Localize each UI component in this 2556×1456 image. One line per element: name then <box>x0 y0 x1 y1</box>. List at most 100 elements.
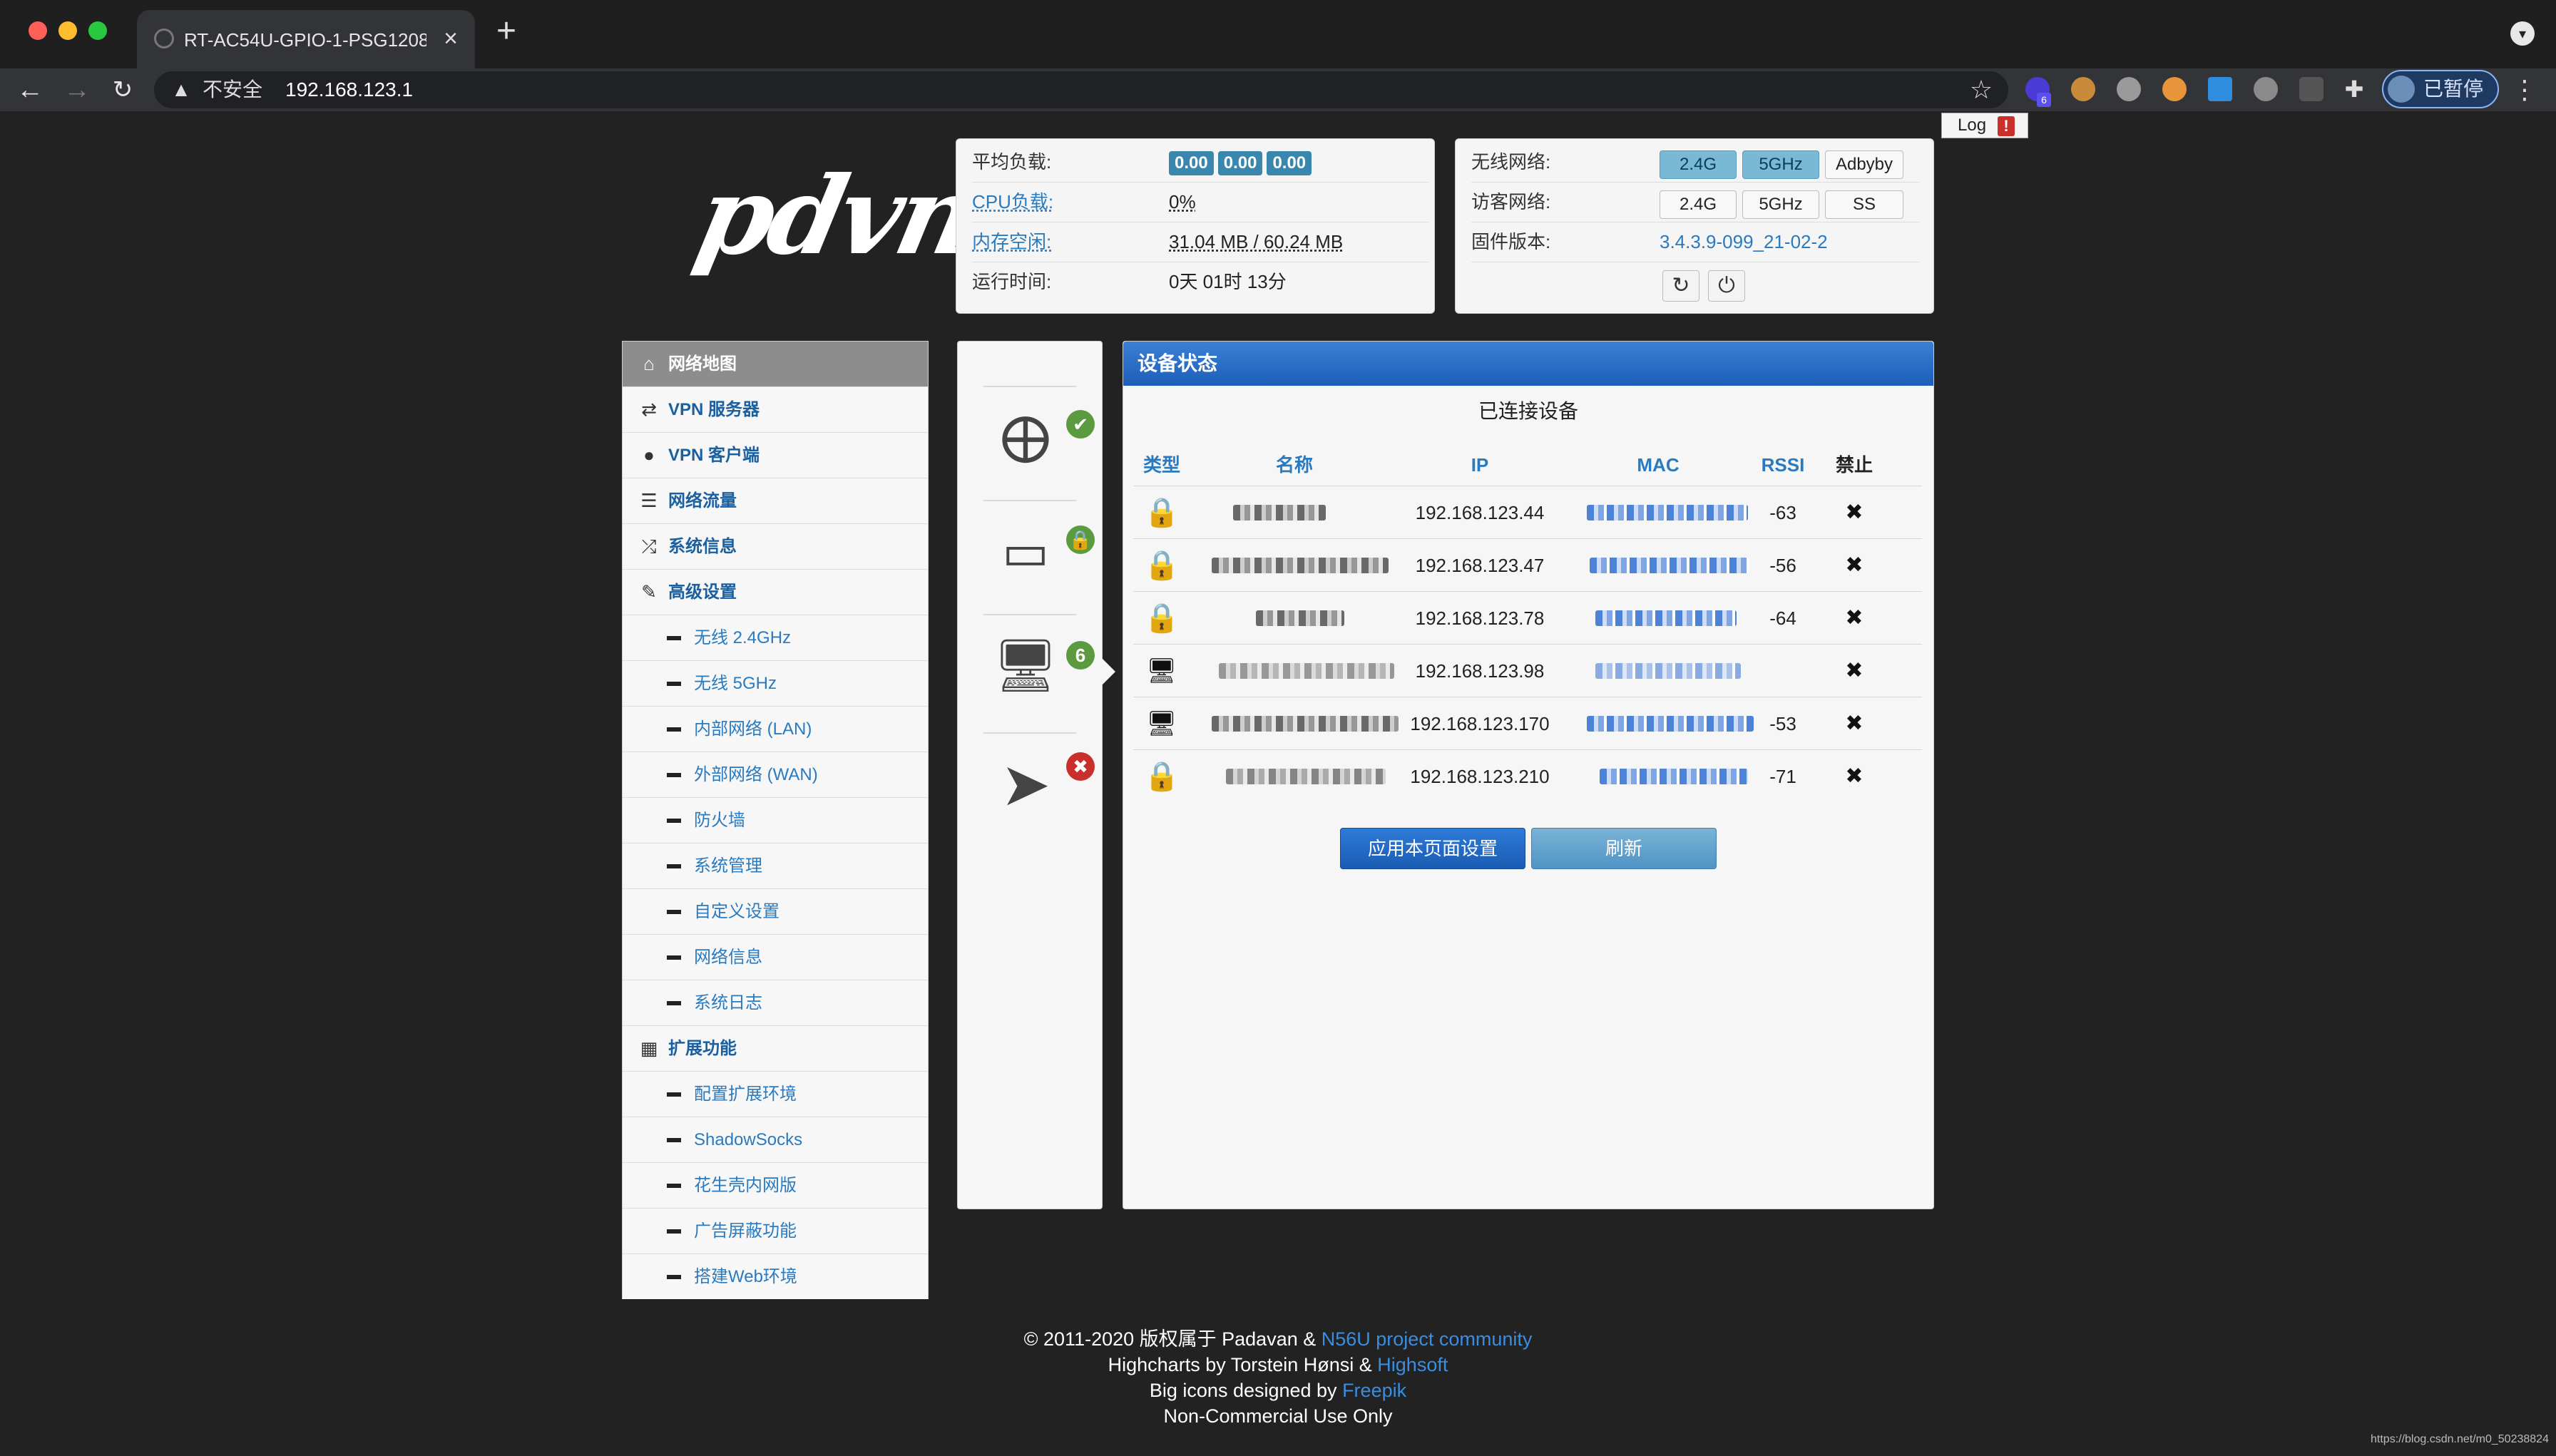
sidebar-item-label: VPN 服务器 <box>668 400 760 419</box>
sidebar-subitem-oray[interactable]: 花生壳内网版 <box>623 1163 928 1209</box>
apply-settings-button[interactable]: 应用本页面设置 <box>1340 828 1525 869</box>
paper-plane-icon[interactable]: ➤ <box>986 745 1065 824</box>
new-tab-button[interactable]: + <box>489 14 523 50</box>
reload-icon[interactable]: ↻ <box>104 71 141 108</box>
guest-5g-button[interactable]: 5GHz <box>1742 190 1819 219</box>
sidebar-subitem-admin[interactable]: 系统管理 <box>623 844 928 889</box>
puzzle-icon[interactable]: ✚ <box>2342 77 2366 101</box>
sidebar-subitem-wan[interactable]: 外部网络 (WAN) <box>623 752 928 798</box>
col-rssi-header[interactable]: RSSI <box>1751 447 1815 483</box>
power-icon[interactable]: ⏻ <box>1708 270 1745 302</box>
ban-button[interactable]: ✖ <box>1815 697 1893 750</box>
close-icon[interactable]: × <box>436 24 465 53</box>
selected-pointer <box>1100 656 1115 687</box>
ban-button[interactable]: ✖ <box>1815 592 1893 645</box>
sidebar-subitem-label: 系统管理 <box>694 856 762 876</box>
browser-tab[interactable]: RT-AC54U-GPIO-1-PSG1208- × <box>137 10 475 68</box>
profile-button[interactable]: 已暂停 <box>2382 70 2499 108</box>
url-text[interactable]: 192.168.123.1 <box>285 71 413 108</box>
wrench-icon: ✎ <box>641 581 657 603</box>
internet-globe-icon[interactable]: 🜨 <box>986 401 1065 480</box>
sidebar-subitem-lan[interactable]: 内部网络 (LAN) <box>623 707 928 752</box>
sidebar-item-network-map[interactable]: ⌂ 网络地图 <box>623 342 928 387</box>
cookie-extension-icon[interactable] <box>2071 77 2095 101</box>
n56u-community-link[interactable]: N56U project community <box>1322 1328 1533 1350</box>
log-button[interactable]: Log ! <box>1941 113 2028 138</box>
col-type-header[interactable]: 类型 <box>1133 447 1190 483</box>
address-bar[interactable]: ▲ 不安全 192.168.123.1 ☆ <box>154 71 2008 108</box>
sidebar-subitem-shadowsocks[interactable]: ShadowSocks <box>623 1117 928 1163</box>
sidebar-subitem-adblock[interactable]: 广告屏蔽功能 <box>623 1209 928 1254</box>
browser-tab-bar: RT-AC54U-GPIO-1-PSG1208- × + ▾ <box>0 0 2556 68</box>
close-window-button[interactable] <box>29 21 47 40</box>
col-ip-header[interactable]: IP <box>1394 447 1565 483</box>
cpu-row: CPU负载: 0% <box>972 182 1428 222</box>
sidebar-item-extensions[interactable]: ▦ 扩展功能 <box>623 1026 928 1072</box>
divider <box>983 386 1076 387</box>
drop-extension-icon[interactable] <box>2208 77 2232 101</box>
ip-cell: 192.168.123.98 <box>1415 660 1545 682</box>
grid-icon: ▦ <box>640 1037 658 1059</box>
tasks-icon: ☰ <box>640 490 658 511</box>
insecure-label[interactable]: 不安全 <box>203 71 262 108</box>
ban-button[interactable]: ✖ <box>1815 750 1893 803</box>
memory-link[interactable]: 内存空闲: <box>972 222 1051 262</box>
clients-monitor-icon[interactable]: 🖥 <box>986 627 1065 705</box>
rssi-cell: -53 <box>1769 713 1796 734</box>
dash-icon <box>667 1229 681 1234</box>
adbyby-button[interactable]: Adbyby <box>1825 150 1903 179</box>
sidebar-item-traffic[interactable]: ☰ 网络流量 <box>623 478 928 524</box>
extension-icon[interactable] <box>2117 77 2141 101</box>
sidebar-subitem-label: 广告屏蔽功能 <box>694 1221 797 1241</box>
sidebar-item-system-info[interactable]: ⤮ 系统信息 <box>623 524 928 570</box>
sidebar-subitem-wireless-24[interactable]: 无线 2.4GHz <box>623 615 928 661</box>
maximize-window-button[interactable] <box>88 21 107 40</box>
wifi-2g-button[interactable]: 2.4G <box>1660 150 1737 179</box>
highsoft-link[interactable]: Highsoft <box>1377 1354 1448 1375</box>
firmware-label: 固件版本: <box>1471 231 1551 252</box>
guest-2g-button[interactable]: 2.4G <box>1660 190 1737 219</box>
device-name-redacted <box>1256 610 1344 626</box>
sidebar-subitem-network-info[interactable]: 网络信息 <box>623 935 928 980</box>
reboot-icon[interactable]: ↻ <box>1662 270 1699 302</box>
sidebar-subitem-ext-env[interactable]: 配置扩展环境 <box>623 1072 928 1117</box>
ban-button[interactable]: ✖ <box>1815 486 1893 539</box>
minimize-window-button[interactable] <box>58 21 77 40</box>
extension-icon[interactable] <box>2162 77 2187 101</box>
sidebar-item-vpn-client[interactable]: ● VPN 客户端 <box>623 433 928 478</box>
sidebar-subitem-label: 搭建Web环境 <box>694 1267 797 1286</box>
sidebar-subitem-wireless-5[interactable]: 无线 5GHz <box>623 661 928 707</box>
ip-cell: 192.168.123.210 <box>1410 766 1550 787</box>
col-mac-header[interactable]: MAC <box>1565 447 1751 483</box>
menu-icon[interactable]: ⋮ <box>2510 73 2539 107</box>
ban-button[interactable]: ✖ <box>1815 645 1893 697</box>
wifi-5g-button[interactable]: 5GHz <box>1742 150 1819 179</box>
bookmark-star-icon[interactable]: ☆ <box>1965 74 1997 106</box>
globe-icon <box>154 29 174 48</box>
fail-badge: ✖ <box>1066 752 1095 781</box>
wireless-device-icon[interactable]: ▭ <box>986 513 1065 591</box>
ban-button[interactable]: ✖ <box>1815 539 1893 592</box>
sidebar-subitem-label: 无线 2.4GHz <box>694 628 792 647</box>
cpu-link[interactable]: CPU负载: <box>972 182 1053 222</box>
rssi-cell: -64 <box>1769 607 1796 629</box>
freepik-link[interactable]: Freepik <box>1342 1380 1406 1401</box>
extension-icon[interactable] <box>2254 77 2278 101</box>
extension-icon[interactable] <box>2299 77 2324 101</box>
col-name-header[interactable]: 名称 <box>1195 447 1394 483</box>
refresh-button[interactable]: 刷新 <box>1531 828 1717 869</box>
tab-search-icon[interactable]: ▾ <box>2510 21 2535 46</box>
sidebar-subitem-web-env[interactable]: 搭建Web环境 <box>623 1254 928 1299</box>
forward-icon[interactable]: → <box>58 71 96 108</box>
sidebar-item-vpn-server[interactable]: ⇄ VPN 服务器 <box>623 387 928 433</box>
dash-icon <box>667 910 681 914</box>
ss-button[interactable]: SS <box>1825 190 1903 219</box>
sidebar-subitem-syslog[interactable]: 系统日志 <box>623 980 928 1026</box>
dash-icon <box>667 955 681 960</box>
back-icon[interactable]: ← <box>11 71 48 108</box>
sidebar-subitem-custom[interactable]: 自定义设置 <box>623 889 928 935</box>
sidebar-item-advanced[interactable]: ✎ 高级设置 <box>623 570 928 615</box>
sidebar-subitem-firewall[interactable]: 防火墙 <box>623 798 928 844</box>
firmware-version-link[interactable]: 3.4.3.9-099_21-02-2 <box>1660 222 1828 262</box>
table-row: 🖥 192.168.123.98 ✖ <box>1133 644 1922 697</box>
